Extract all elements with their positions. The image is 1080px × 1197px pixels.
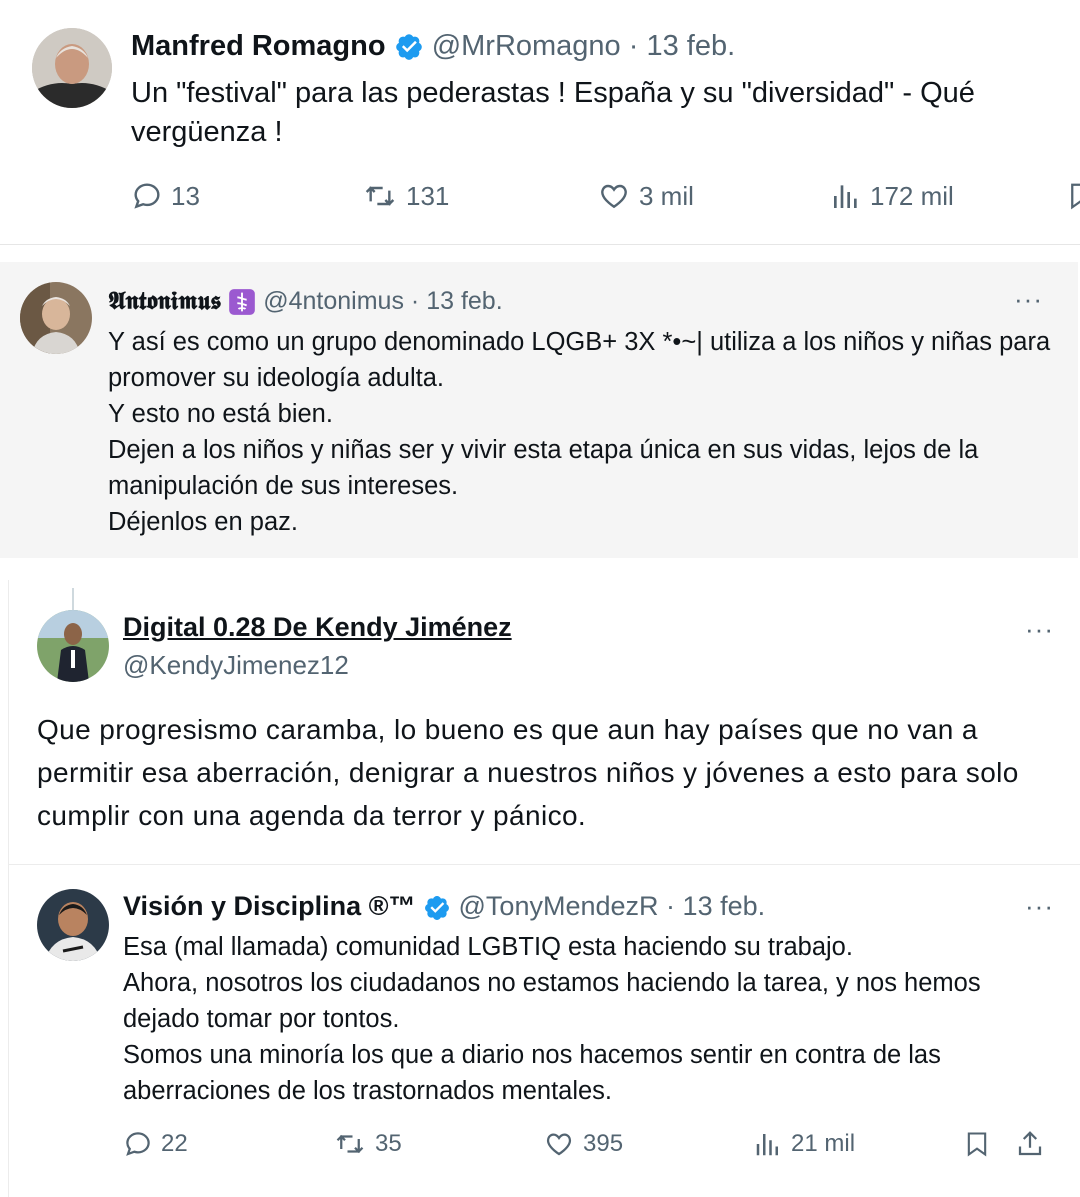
author-handle[interactable]: @TonyMendezR — [459, 891, 659, 921]
tweet-line: Y esto no está bien. — [108, 400, 333, 428]
like-button[interactable]: 3 mil — [597, 180, 694, 212]
person-avatar-icon — [20, 282, 92, 354]
avatar[interactable] — [32, 28, 112, 108]
avatar[interactable] — [20, 282, 92, 354]
caduceus-emoji-icon — [229, 289, 256, 316]
bookmark-icon — [1071, 183, 1080, 210]
tweet-date[interactable]: 13 feb. — [646, 30, 735, 62]
like-button[interactable]: 395 — [543, 1129, 623, 1159]
like-count: 395 — [583, 1130, 624, 1157]
views-count: 21 mil — [791, 1130, 856, 1157]
tweet-text: Que progresismo caramba, lo bueno es que… — [37, 714, 1019, 831]
views-icon — [756, 1134, 778, 1156]
author-name[interactable]: Visión y Disciplina ®™ — [123, 891, 415, 921]
reply-button[interactable]: 13 — [131, 180, 200, 212]
tweet-line: Dejen a los niños y niñas ser y vivir es… — [108, 436, 979, 500]
retweet-icon — [336, 1134, 364, 1154]
avatar[interactable] — [37, 610, 109, 682]
tweet-card-2[interactable]: 𝕬𝖓𝖙𝖔𝖓𝖎𝖒𝖚𝖘 @4ntonimus · 13 feb. ··· Y así… — [0, 262, 1078, 558]
thread-line — [72, 588, 74, 610]
reply-count: 13 — [171, 180, 200, 211]
tweet-line: Y así es como un grupo denominado LQGB+ … — [108, 328, 1051, 392]
tweet-line: Somos una minoría los que a diario nos h… — [123, 1041, 941, 1105]
tweet-line: Déjenlos en paz. — [108, 508, 298, 536]
tweet-text: Un "festival" para las pederastas ! Espa… — [131, 77, 975, 148]
reply-icon — [134, 183, 160, 209]
person-avatar-icon — [37, 889, 109, 961]
bookmark-icon — [967, 1132, 987, 1157]
separator-dot: · — [628, 30, 639, 62]
tweet-text: Esa (mal llamada) comunidad LGBTIQ esta … — [123, 929, 1043, 1109]
views-button[interactable]: 172 mil — [830, 180, 954, 212]
tweet-card-4[interactable]: Visión y Disciplina ®™ @TonyMendezR · 13… — [9, 864, 1080, 1197]
share-button[interactable] — [1015, 1129, 1045, 1159]
author-handle[interactable]: @4ntonimus — [263, 287, 404, 315]
retweet-button[interactable]: 35 — [333, 1129, 402, 1159]
separator-dot: · — [666, 891, 676, 921]
share-icon — [1018, 1131, 1042, 1156]
views-icon — [834, 185, 857, 208]
verified-badge-icon — [395, 34, 422, 61]
person-avatar-icon — [32, 28, 112, 108]
author-handle[interactable]: @MrRomagno — [432, 30, 621, 62]
author-handle[interactable]: @KendyJimenez12 — [123, 650, 349, 681]
bookmark-button[interactable] — [963, 1129, 991, 1159]
reply-count: 22 — [161, 1130, 188, 1157]
like-icon — [546, 1133, 572, 1156]
reply-icon — [126, 1132, 150, 1156]
more-icon[interactable]: ··· — [1025, 893, 1054, 919]
more-icon[interactable]: ··· — [1014, 286, 1043, 312]
tweet-card-1[interactable]: Manfred Romagno @MrRomagno · 13 feb. Un … — [0, 0, 1080, 245]
separator-dot: · — [410, 287, 420, 315]
person-avatar-icon — [37, 610, 109, 682]
more-icon[interactable]: ··· — [1025, 616, 1054, 642]
retweet-count: 35 — [375, 1130, 402, 1157]
views-button[interactable]: 21 mil — [753, 1129, 855, 1159]
like-count: 3 mil — [639, 180, 694, 211]
author-name[interactable]: Digital 0.28 De Kendy Jiménez — [123, 612, 512, 643]
retweet-count: 131 — [406, 180, 450, 211]
verified-badge-icon — [425, 895, 449, 920]
author-name[interactable]: Manfred Romagno — [131, 30, 386, 62]
tweet-line: Esa (mal llamada) comunidad LGBTIQ esta … — [123, 933, 853, 961]
tweet-line: Ahora, nosotros los ciudadanos no estamo… — [123, 969, 981, 1033]
tweet-text: Y así es como un grupo denominado LQGB+ … — [108, 324, 1058, 540]
tweet-card-3[interactable]: Digital 0.28 De Kendy Jiménez @KendyJime… — [8, 580, 1080, 1197]
views-count: 172 mil — [870, 180, 954, 211]
like-icon — [601, 184, 627, 209]
tweet-date[interactable]: 13 feb. — [683, 891, 766, 921]
bookmark-button[interactable] — [1066, 180, 1080, 212]
reply-button[interactable]: 22 — [123, 1129, 188, 1159]
retweet-icon — [365, 186, 395, 206]
avatar[interactable] — [37, 889, 109, 961]
tweet-date[interactable]: 13 feb. — [426, 287, 502, 315]
author-name[interactable]: 𝕬𝖓𝖙𝖔𝖓𝖎𝖒𝖚𝖘 — [108, 286, 221, 315]
retweet-button[interactable]: 131 — [362, 180, 449, 212]
